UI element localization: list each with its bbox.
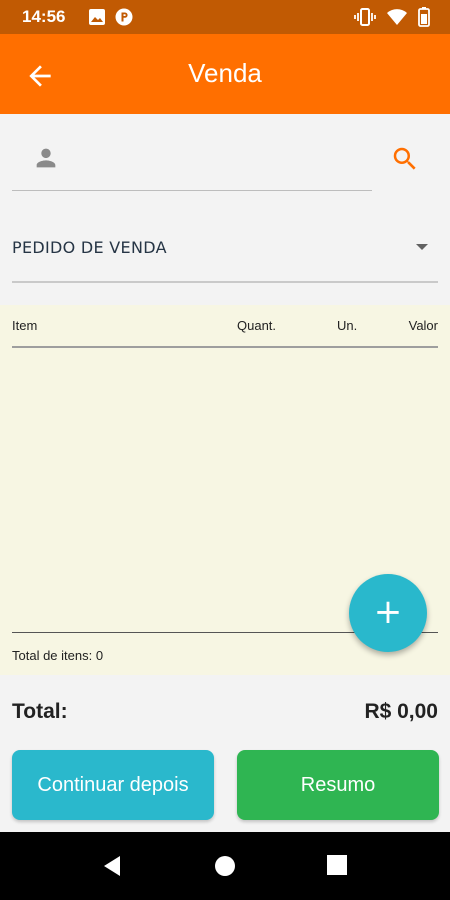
search-underline (12, 190, 372, 191)
column-header-item: Item (12, 318, 38, 333)
status-bar: 14:56 (0, 0, 450, 34)
customer-search-input[interactable] (72, 138, 366, 180)
column-header-quantity: Quant. (237, 318, 277, 333)
continue-later-button[interactable]: Continuar depois (12, 750, 214, 820)
back-triangle-icon[interactable] (100, 854, 124, 878)
customer-search (12, 130, 438, 194)
order-type-select[interactable]: PEDIDO DE VENDA (12, 228, 438, 284)
total-items-count: Total de itens: 0 (12, 648, 104, 663)
search-icon[interactable] (390, 144, 420, 174)
page-title: Venda (188, 58, 262, 88)
app-bar: Venda (0, 34, 450, 114)
column-header-unit: Un. (337, 318, 358, 333)
wifi-icon (387, 9, 407, 25)
recents-square-icon[interactable] (326, 854, 348, 876)
image-icon (89, 9, 105, 25)
parking-icon (115, 8, 133, 26)
vibrate-icon (354, 8, 376, 26)
select-underline (12, 281, 438, 283)
column-header-value: Valor (408, 318, 438, 333)
order-type-value: PEDIDO DE VENDA (12, 238, 167, 257)
summary-button[interactable]: Resumo (237, 750, 439, 820)
battery-icon (418, 7, 430, 27)
total-label: Total: (12, 700, 68, 723)
chevron-down-icon (416, 244, 428, 250)
system-nav-bar (0, 832, 450, 900)
table-header-divider (12, 346, 438, 348)
add-item-button[interactable]: + (349, 574, 427, 652)
home-circle-icon[interactable] (213, 854, 237, 878)
status-time: 14:56 (22, 7, 66, 26)
total-value: R$ 0,00 (364, 700, 438, 723)
person-icon (36, 148, 56, 168)
